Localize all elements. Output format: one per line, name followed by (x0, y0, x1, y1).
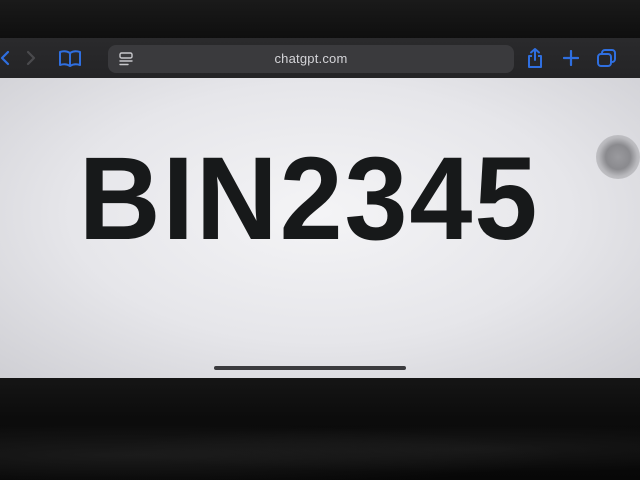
address-bar[interactable]: chatgpt.com (108, 45, 514, 73)
assistive-touch-button[interactable] (596, 135, 640, 179)
screen-reflection (0, 418, 640, 480)
chevron-right-icon[interactable] (24, 46, 38, 70)
share-icon[interactable] (524, 46, 546, 70)
tabs-icon[interactable] (594, 46, 620, 70)
plate-number-text: BIN2345 (78, 133, 540, 265)
plus-icon[interactable] (560, 46, 582, 70)
device-photo: chatgpt.com BIN2345 (0, 0, 640, 480)
device-bezel-top (0, 0, 640, 40)
chevron-left-icon[interactable] (0, 46, 12, 70)
url-text: chatgpt.com (274, 51, 348, 66)
web-content: BIN2345 (0, 78, 640, 378)
book-icon[interactable] (56, 46, 84, 70)
home-indicator[interactable] (214, 366, 406, 370)
